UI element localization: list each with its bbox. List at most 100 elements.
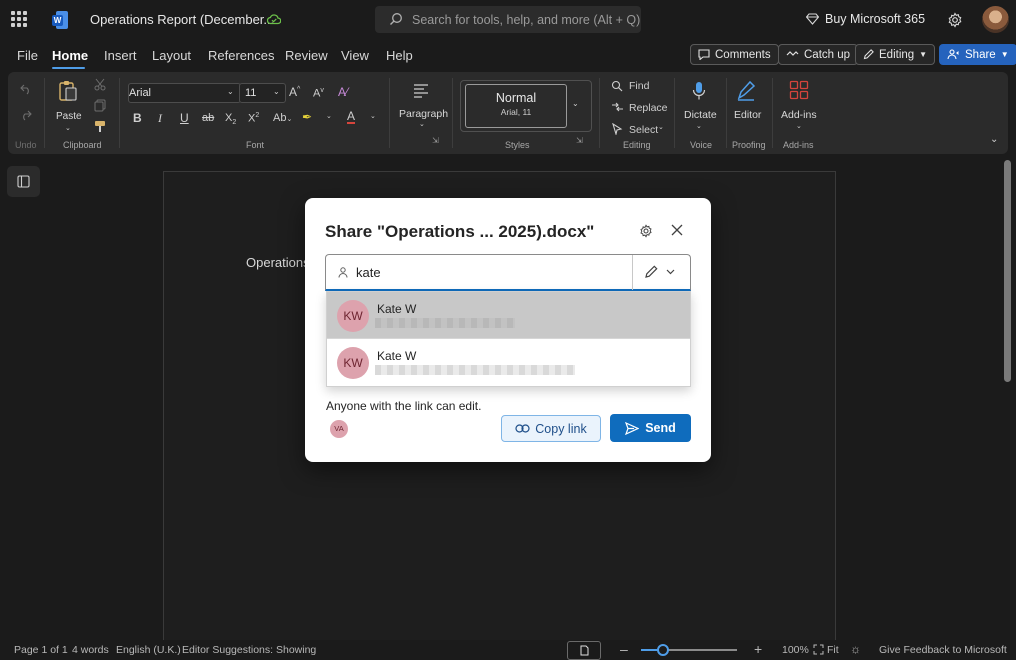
ribbon-separator bbox=[772, 78, 773, 148]
ribbon-separator bbox=[452, 78, 453, 148]
ribbon-separator bbox=[119, 78, 120, 148]
font-size-dropdown[interactable]: 11 ⌄ bbox=[239, 83, 286, 103]
comments-button[interactable]: Comments bbox=[690, 44, 779, 65]
microphone-icon[interactable] bbox=[692, 81, 706, 101]
tab-help[interactable]: Help bbox=[386, 48, 413, 63]
editor-suggestions-status[interactable]: Editor Suggestions: Showing bbox=[182, 644, 316, 656]
style-normal[interactable]: Normal Arial, 11 bbox=[465, 84, 567, 128]
chevron-down-icon[interactable]: ⌄ bbox=[658, 123, 664, 131]
paragraph-icon[interactable] bbox=[413, 82, 429, 98]
cloud-saved-icon[interactable] bbox=[267, 13, 281, 25]
dialog-launcher-icon[interactable]: ⇲ bbox=[432, 136, 439, 145]
font-color-icon[interactable]: A bbox=[347, 110, 356, 124]
word-logo-icon[interactable]: W bbox=[52, 11, 68, 29]
print-layout-button[interactable] bbox=[567, 641, 601, 660]
user-avatar[interactable] bbox=[982, 6, 1009, 33]
tab-references[interactable]: References bbox=[208, 48, 274, 63]
send-button[interactable]: Send bbox=[610, 414, 691, 442]
title-bar: W Operations Report (December... Search … bbox=[0, 0, 1016, 40]
clear-formatting-icon[interactable]: A⁄ bbox=[338, 85, 348, 99]
close-icon[interactable] bbox=[671, 224, 683, 236]
people-search-value[interactable]: kate bbox=[356, 265, 381, 280]
format-painter-icon[interactable] bbox=[94, 120, 106, 133]
editor-label[interactable]: Editor bbox=[734, 109, 761, 121]
dictate-label[interactable]: Dictate bbox=[684, 109, 717, 121]
pencil-icon bbox=[645, 265, 658, 278]
ribbon-collapse-icon[interactable]: ⌄ bbox=[990, 134, 998, 145]
tab-layout[interactable]: Layout bbox=[152, 48, 191, 63]
select-label[interactable]: Select bbox=[629, 124, 658, 136]
app-launcher-icon[interactable] bbox=[11, 11, 27, 27]
undo-icon[interactable] bbox=[20, 83, 32, 95]
subscript-icon[interactable]: X2 bbox=[225, 112, 236, 126]
document-body-text[interactable]: Operations bbox=[246, 255, 310, 270]
paste-label[interactable]: Paste bbox=[56, 111, 82, 122]
styles-expand-icon[interactable]: ⌄ bbox=[572, 99, 579, 108]
select-icon[interactable] bbox=[612, 123, 623, 135]
suggestion-item[interactable]: KW Kate W bbox=[327, 339, 690, 385]
zoom-level[interactable]: 100% bbox=[782, 644, 809, 656]
settings-gear-icon[interactable] bbox=[947, 12, 963, 28]
tab-review[interactable]: Review bbox=[285, 48, 328, 63]
share-settings-icon[interactable] bbox=[639, 224, 653, 238]
redo-icon[interactable] bbox=[20, 109, 32, 121]
owner-avatar[interactable]: VA bbox=[330, 420, 348, 438]
font-name-dropdown[interactable]: Arial ⌄ bbox=[128, 83, 241, 103]
shrink-font-icon[interactable]: Av bbox=[313, 87, 324, 100]
grow-font-icon[interactable]: A^ bbox=[289, 85, 300, 99]
zoom-slider-thumb[interactable] bbox=[657, 644, 669, 656]
font-size-value: 11 bbox=[245, 87, 257, 99]
permission-dropdown[interactable] bbox=[644, 265, 675, 279]
vertical-scrollbar[interactable] bbox=[1004, 160, 1011, 382]
highlight-icon[interactable]: ✒ bbox=[302, 110, 312, 124]
search-box[interactable]: Search for tools, help, and more (Alt + … bbox=[375, 6, 641, 33]
paste-icon[interactable] bbox=[58, 80, 78, 102]
navigation-pane-button[interactable] bbox=[7, 166, 40, 197]
page-count[interactable]: Page 1 of 1 bbox=[14, 644, 68, 656]
share-button[interactable]: Share ▼ bbox=[939, 44, 1016, 65]
dialog-launcher-icon[interactable]: ⇲ bbox=[576, 136, 583, 145]
strikethrough-icon[interactable]: ab bbox=[202, 112, 214, 124]
suggestion-item[interactable]: KW Kate W bbox=[327, 292, 690, 338]
zoom-in-icon[interactable]: + bbox=[754, 641, 762, 657]
chevron-down-icon[interactable]: ⌄ bbox=[796, 122, 802, 130]
tab-view[interactable]: View bbox=[341, 48, 369, 63]
document-title[interactable]: Operations Report (December... bbox=[90, 12, 274, 27]
superscript-icon[interactable]: X2 bbox=[248, 112, 259, 125]
tab-home[interactable]: Home bbox=[52, 48, 88, 63]
paragraph-label[interactable]: Paragraph bbox=[399, 108, 448, 120]
language-status[interactable]: English (U.K.) bbox=[116, 644, 181, 656]
replace-icon[interactable] bbox=[611, 101, 624, 113]
bold-icon[interactable]: B bbox=[133, 111, 142, 125]
tab-insert[interactable]: Insert bbox=[104, 48, 137, 63]
feedback-link[interactable]: Give Feedback to Microsoft bbox=[879, 644, 1007, 656]
underline-icon[interactable]: U bbox=[180, 111, 189, 125]
find-icon[interactable] bbox=[611, 80, 623, 92]
chevron-down-icon[interactable]: ⌄ bbox=[370, 112, 376, 120]
copy-icon[interactable] bbox=[94, 99, 106, 112]
chevron-down-icon[interactable]: ⌄ bbox=[65, 124, 71, 132]
replace-label[interactable]: Replace bbox=[629, 102, 668, 114]
chevron-down-icon[interactable]: ⌄ bbox=[696, 122, 702, 130]
link-permission-text[interactable]: Anyone with the link can edit. bbox=[326, 399, 481, 413]
copy-link-button[interactable]: Copy link bbox=[501, 415, 601, 442]
catch-up-button[interactable]: Catch up bbox=[778, 44, 859, 65]
chevron-down-icon[interactable]: ⌄ bbox=[326, 112, 332, 120]
editor-pen-icon[interactable] bbox=[736, 80, 756, 102]
change-case-icon[interactable]: Ab⌄ bbox=[273, 112, 292, 124]
editing-mode-button[interactable]: Editing ▼ bbox=[855, 44, 936, 65]
cut-icon[interactable] bbox=[94, 78, 106, 91]
add-ins-icon[interactable] bbox=[789, 80, 809, 100]
word-count[interactable]: 4 words bbox=[72, 644, 109, 656]
focus-mode-icon[interactable]: ☼ bbox=[850, 642, 861, 656]
add-ins-label[interactable]: Add-ins bbox=[781, 109, 817, 121]
find-label[interactable]: Find bbox=[629, 80, 649, 92]
zoom-out-icon[interactable]: – bbox=[620, 641, 628, 657]
fit-label[interactable]: Fit bbox=[827, 644, 839, 656]
fit-icon[interactable] bbox=[813, 644, 824, 655]
tab-file[interactable]: File bbox=[17, 48, 38, 63]
italic-icon[interactable]: I bbox=[158, 111, 162, 126]
chevron-down-icon[interactable]: ⌄ bbox=[419, 120, 425, 128]
people-search-input[interactable]: kate bbox=[325, 254, 691, 291]
buy-microsoft-365-button[interactable]: Buy Microsoft 365 bbox=[806, 12, 925, 26]
